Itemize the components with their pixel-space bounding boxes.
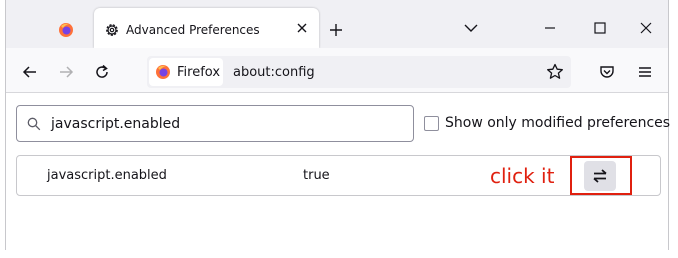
reload-icon[interactable] xyxy=(93,63,111,81)
about-config-page: javascript.enabled Show only modified pr… xyxy=(6,93,670,250)
url-text[interactable]: about:config xyxy=(233,65,315,80)
preference-search-input[interactable]: javascript.enabled xyxy=(16,105,414,142)
new-tab-plus-icon[interactable] xyxy=(328,22,344,38)
identity-box[interactable]: Firefox xyxy=(149,58,223,86)
show-modified-label[interactable]: Show only modified preferences xyxy=(445,115,670,131)
minimize-window-icon[interactable] xyxy=(540,18,560,38)
preference-row: javascript.enabled true click it xyxy=(16,155,661,196)
maximize-window-icon[interactable] xyxy=(590,18,610,38)
show-modified-checkbox[interactable] xyxy=(424,116,439,131)
browser-window: Advanced Preferences Firefox about:confi… xyxy=(5,0,670,250)
toggle-arrows-icon xyxy=(593,169,607,183)
preference-value: true xyxy=(303,168,330,183)
forward-arrow-icon[interactable] xyxy=(57,63,75,81)
navigation-toolbar: Firefox about:config xyxy=(6,48,668,93)
toggle-button[interactable] xyxy=(584,161,616,191)
close-window-icon[interactable] xyxy=(636,18,656,38)
back-arrow-icon[interactable] xyxy=(21,63,39,81)
bookmark-star-icon[interactable] xyxy=(545,62,565,82)
list-all-tabs-chevron-icon[interactable] xyxy=(464,23,478,33)
tab-title: Advanced Preferences xyxy=(126,23,260,37)
firefox-logo-icon xyxy=(156,65,170,79)
search-icon xyxy=(27,117,41,131)
gear-icon xyxy=(106,24,118,36)
pocket-icon[interactable] xyxy=(598,63,616,81)
tab-advanced-preferences[interactable]: Advanced Preferences xyxy=(94,8,319,48)
preference-name: javascript.enabled xyxy=(47,168,167,183)
tab-bar: Advanced Preferences xyxy=(6,0,668,48)
click-it-annotation: click it xyxy=(490,164,555,188)
hamburger-menu-icon[interactable] xyxy=(636,63,654,81)
close-tab-icon[interactable] xyxy=(295,21,309,35)
search-value: javascript.enabled xyxy=(51,116,181,132)
address-bar[interactable]: Firefox about:config xyxy=(147,56,571,88)
identity-label: Firefox xyxy=(177,65,221,80)
firefox-view-icon[interactable] xyxy=(58,22,74,38)
